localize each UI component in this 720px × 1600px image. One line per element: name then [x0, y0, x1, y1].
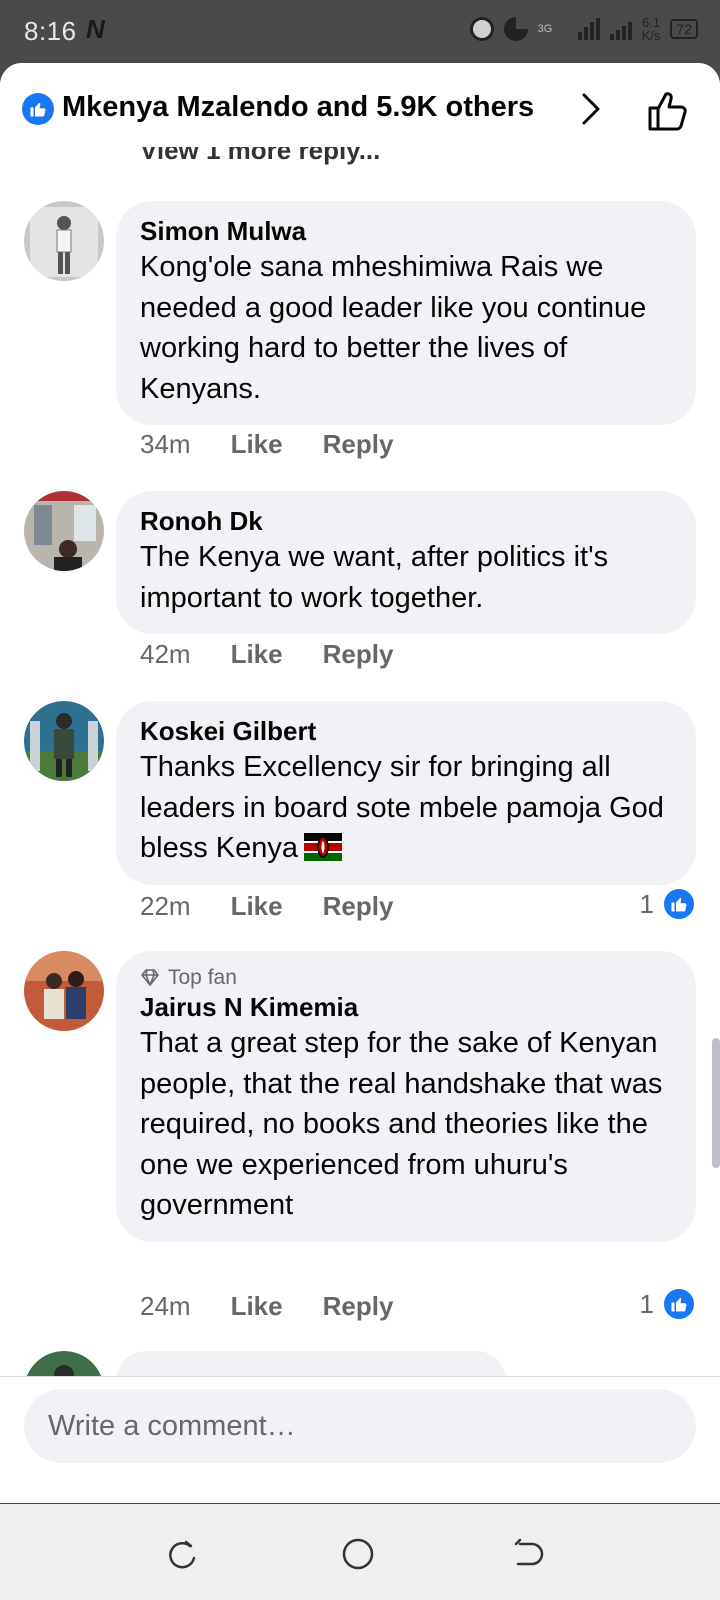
comment-composer: [0, 1376, 720, 1476]
comment-input[interactable]: [24, 1389, 696, 1463]
comment-text: Thanks Excellency sir for bringing all l…: [140, 747, 672, 869]
battery-icon: 72: [670, 19, 698, 39]
chevron-right-icon[interactable]: [576, 91, 606, 127]
comment-author[interactable]: Koskei Gilbert: [140, 715, 672, 747]
thumbs-up-outline-icon[interactable]: [646, 89, 690, 133]
reaction-count[interactable]: 1: [640, 887, 696, 921]
comment-time: 24m: [140, 1291, 191, 1321]
comment-author[interactable]: Simon Mulwa: [140, 215, 672, 247]
comment-bubble[interactable]: Simon Mulwa Kong'ole sana mheshimiwa Rai…: [116, 201, 696, 425]
status-time: 8:16: [24, 16, 77, 46]
reactions-summary[interactable]: Mkenya Mzalendo and 5.9K others: [62, 91, 534, 124]
comment-text: Kong'ole sana mheshimiwa Rais we needed …: [140, 251, 647, 405]
comment-time: 22m: [140, 891, 191, 921]
comment-bubble[interactable]: Top fan Jairus N Kimemia That a great st…: [116, 951, 696, 1242]
avatar[interactable]: [24, 201, 104, 281]
avatar[interactable]: [24, 701, 104, 781]
status-icons: 3G 6.1 K/s 72: [469, 16, 698, 42]
comment-actions: 22m Like Reply: [140, 891, 393, 922]
like-button[interactable]: Like: [231, 429, 283, 460]
diamond-icon: [141, 969, 159, 986]
system-nav-bar: [0, 1504, 720, 1600]
comment-time: 42m: [140, 639, 191, 669]
reaction-count-value: 1: [639, 888, 654, 919]
comment-author[interactable]: Ronoh Dk: [140, 505, 672, 537]
view-more-replies-link[interactable]: View 1 more reply...: [140, 147, 380, 166]
alarm-icon: [469, 17, 494, 41]
comment-time: 34m: [140, 429, 191, 459]
signal-icon-2: [609, 18, 632, 40]
scrollbar[interactable]: [712, 1038, 720, 1168]
comment-author[interactable]: Jairus N Kimemia: [140, 991, 672, 1023]
like-button[interactable]: Like: [231, 891, 283, 922]
reaction-count[interactable]: 1: [640, 1287, 696, 1321]
comment-text: That a great step for the sake of Kenyan…: [140, 1027, 663, 1221]
top-fan-label: Top fan: [168, 966, 237, 989]
data-saver-icon: [503, 17, 528, 41]
comment-bubble[interactable]: Ronoh Dk The Kenya we want, after politi…: [116, 491, 696, 634]
recents-icon[interactable]: [164, 1536, 200, 1572]
net-speed-unit: K/s: [641, 28, 661, 43]
comment-text-content: Thanks Excellency sir for bringing all l…: [140, 751, 664, 864]
status-bar: 8:16 N 3G 6.1 K/s 72: [0, 0, 720, 64]
top-fan-badge: Top fan: [140, 965, 672, 991]
reply-button[interactable]: Reply: [323, 1291, 394, 1322]
thumbs-up-icon: [22, 93, 54, 125]
thumbs-up-icon: [662, 1287, 696, 1321]
reply-button[interactable]: Reply: [323, 429, 394, 460]
comment-actions: 34m Like Reply: [140, 429, 393, 460]
like-button[interactable]: Like: [231, 639, 283, 670]
comment-actions: 42m Like Reply: [140, 639, 393, 670]
thumbs-up-icon: [662, 887, 696, 921]
net-speed: 6.1 K/s: [642, 16, 661, 42]
signal-icon: [577, 18, 600, 40]
network-type-label: 3G: [537, 22, 553, 35]
comments-sheet: Mkenya Mzalendo and 5.9K others View 1 m…: [0, 63, 720, 1503]
home-icon[interactable]: [340, 1536, 376, 1572]
avatar[interactable]: [24, 951, 104, 1031]
back-icon[interactable]: [510, 1536, 546, 1572]
like-button[interactable]: Like: [231, 1291, 283, 1322]
kenya-flag-emoji: [304, 833, 342, 861]
reply-button[interactable]: Reply: [323, 639, 394, 670]
carrier-icon: N: [86, 14, 105, 44]
comment-list[interactable]: View 1 more reply... Simon Mulwa Kong'ol…: [0, 147, 720, 1467]
reaction-count-value: 1: [639, 1288, 654, 1319]
comment-actions: 24m Like Reply: [140, 1291, 393, 1322]
reply-button[interactable]: Reply: [323, 891, 394, 922]
avatar[interactable]: [24, 491, 104, 571]
comment-text: The Kenya we want, after politics it's i…: [140, 541, 609, 614]
reactions-header[interactable]: Mkenya Mzalendo and 5.9K others: [0, 63, 720, 147]
comment-bubble[interactable]: Koskei Gilbert Thanks Excellency sir for…: [116, 701, 696, 885]
